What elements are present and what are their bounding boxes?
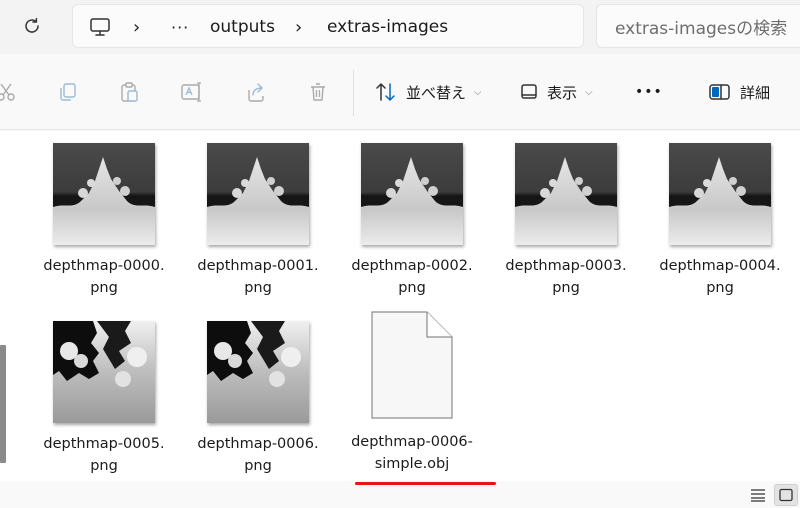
details-view-button[interactable] [746, 484, 770, 506]
scrollbar-thumb[interactable] [0, 345, 6, 463]
file-grid: depthmap-0000. png depthmap-0001. png de… [0, 131, 800, 481]
file-name-line2: png [244, 458, 272, 474]
file-name-line1: depthmap-0000. [43, 258, 165, 274]
scissors-icon [0, 83, 15, 101]
depthmap-thumbnail [515, 143, 617, 245]
breadcrumb-extras-images[interactable]: extras-images [327, 5, 448, 49]
depthmap-thumbnail [53, 143, 155, 245]
sort-label: 並べ替え [406, 83, 467, 102]
chevron-down-icon: ⌵ [585, 86, 593, 98]
copy-button[interactable] [52, 76, 84, 108]
share-icon [248, 83, 264, 102]
delete-button[interactable] [302, 76, 334, 108]
file-item[interactable]: depthmap-0002. png [342, 143, 482, 299]
file-name-line2: simple.obj [374, 456, 450, 472]
file-name-line1: depthmap-0005. [43, 436, 165, 452]
refresh-button[interactable] [14, 10, 50, 42]
list-view-icon [751, 489, 765, 502]
file-name-line1: depthmap-0006. [197, 436, 319, 452]
depthmap-thumbnail [361, 143, 463, 245]
file-name-line2: png [398, 280, 426, 296]
address-bar[interactable]: › ··· outputs › extras-images [72, 4, 584, 48]
tiles-view-icon [779, 488, 793, 502]
address-row: › ··· outputs › extras-images extras-ima… [0, 0, 800, 54]
chevron-down-icon: ⌵ [474, 86, 482, 98]
details-pane-icon [709, 84, 730, 100]
depthmap-thumbnail [669, 143, 771, 245]
breadcrumb-outputs[interactable]: outputs [210, 5, 275, 49]
file-item[interactable]: depthmap-0001. png [188, 143, 328, 299]
this-pc-button[interactable] [89, 5, 111, 49]
file-name-line2: png [244, 280, 272, 296]
file-item[interactable]: depthmap-0005. png [34, 321, 174, 477]
file-name-line2: png [706, 280, 734, 296]
refresh-icon [25, 17, 39, 33]
copy-icon [60, 83, 76, 101]
sort-button[interactable]: 並べ替え ⌵ [374, 74, 482, 110]
command-separator [353, 70, 354, 116]
document-icon [369, 309, 455, 421]
more-options-button[interactable]: ••• [635, 74, 663, 110]
cut-button[interactable] [0, 76, 22, 108]
share-button[interactable] [240, 76, 272, 108]
depthmap-thumbnail [53, 321, 155, 423]
file-name-line1: depthmap-0002. [351, 258, 473, 274]
status-bar [0, 481, 800, 508]
file-name-line2: png [552, 280, 580, 296]
breadcrumb-separator[interactable]: › [295, 5, 302, 49]
file-item[interactable]: depthmap-0003. png [496, 143, 636, 299]
details-label: 詳細 [740, 83, 771, 102]
trash-icon [311, 83, 325, 101]
large-icons-view-button[interactable] [774, 484, 798, 506]
file-name-line2: png [90, 458, 118, 474]
depthmap-thumbnail [207, 143, 309, 245]
file-name-line2: png [90, 280, 118, 296]
file-item[interactable]: depthmap-0004. png [650, 143, 790, 299]
command-bar: 並べ替え ⌵ 表示 ⌵ ••• 詳細 [0, 54, 800, 130]
highlight-underline [355, 482, 496, 485]
view-icon [521, 84, 537, 99]
breadcrumb-overflow-button[interactable]: ··· [171, 5, 189, 49]
details-pane-button[interactable]: 詳細 [708, 74, 770, 110]
clipboard-icon [121, 82, 138, 102]
file-name-line1: depthmap-0006- [351, 434, 473, 450]
monitor-icon [90, 18, 110, 36]
file-name-line1: depthmap-0001. [197, 258, 319, 274]
view-label: 表示 [547, 83, 578, 102]
view-button[interactable]: 表示 ⌵ [519, 74, 593, 110]
file-item[interactable]: depthmap-0000. png [34, 143, 174, 299]
depthmap-thumbnail [207, 321, 309, 423]
file-item[interactable]: depthmap-0006. png [188, 321, 328, 477]
file-name-line1: depthmap-0003. [505, 258, 627, 274]
file-item[interactable]: depthmap-0006- simple.obj [342, 309, 482, 475]
search-input[interactable]: extras-imagesの検索 [596, 4, 800, 48]
rename-button[interactable] [176, 76, 208, 108]
paste-button[interactable] [113, 76, 145, 108]
breadcrumb-separator[interactable]: › [133, 5, 140, 49]
sort-icon [376, 83, 395, 101]
rename-icon [181, 82, 201, 102]
file-name-line1: depthmap-0004. [659, 258, 781, 274]
